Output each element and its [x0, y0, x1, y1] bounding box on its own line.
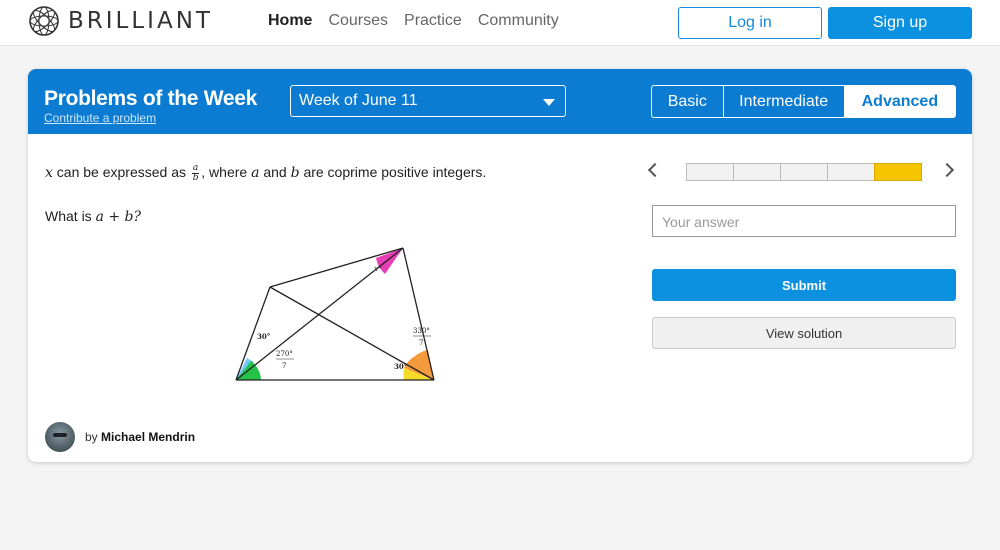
main-nav: Home Courses Practice Community — [268, 12, 575, 30]
geometry-diagram: x° 30° 270° 7 330° 7 30° — [235, 247, 435, 381]
contribute-link[interactable]: Contribute a problem — [44, 111, 156, 125]
nav-community[interactable]: Community — [478, 12, 559, 30]
tab-advanced[interactable]: Advanced — [844, 86, 955, 117]
level-tabs: Basic Intermediate Advanced — [651, 85, 956, 118]
frac-den: b — [192, 173, 199, 183]
question-expr: a + b? — [95, 209, 142, 225]
problem-text-1: can be expressed as — [56, 164, 186, 181]
fraction-a-over-b: ab — [191, 164, 200, 183]
problem-text-and: and — [263, 164, 287, 181]
progress-segment[interactable] — [733, 163, 780, 181]
label-270-den: 7 — [282, 362, 286, 370]
problem-progress — [686, 163, 922, 181]
brilliant-logo[interactable]: BRILLIANT — [28, 5, 213, 37]
var-b: b — [290, 165, 300, 182]
answer-input[interactable]: Your answer — [652, 205, 956, 237]
nav-home[interactable]: Home — [268, 12, 312, 30]
card-header: Problems of the Week Contribute a proble… — [28, 69, 972, 134]
label-x: x° — [374, 265, 381, 273]
chevron-down-icon — [543, 99, 555, 106]
author-name[interactable]: Michael Mendrin — [101, 430, 195, 444]
progress-segment-active[interactable] — [874, 163, 922, 181]
var-x: x — [45, 165, 53, 182]
problem-statement: x can be expressed as ab, where a and b … — [45, 164, 486, 183]
top-nav-bar: BRILLIANT Home Courses Practice Communit… — [0, 0, 1000, 46]
author-byline: by Michael Mendrin — [85, 430, 195, 444]
week-select[interactable]: Week of June 11 — [290, 85, 566, 117]
progress-segment[interactable] — [686, 163, 733, 181]
logo-text: BRILLIANT — [68, 8, 213, 34]
problem-text-3: are coprime positive integers. — [303, 164, 487, 181]
login-button[interactable]: Log in — [678, 7, 822, 39]
nav-courses[interactable]: Courses — [328, 12, 388, 30]
nav-practice[interactable]: Practice — [404, 12, 462, 30]
problem-question: What is a + b? — [45, 208, 141, 225]
label-330-num: 330° — [413, 327, 430, 335]
brilliant-logo-icon — [29, 6, 59, 36]
progress-segment[interactable] — [780, 163, 827, 181]
question-prefix: What is — [45, 208, 92, 224]
problem-text-2: , where — [201, 164, 248, 181]
label-330-den: 7 — [419, 339, 423, 347]
week-select-value: Week of June 11 — [299, 92, 418, 109]
label-270-num: 270° — [276, 350, 293, 358]
tab-intermediate[interactable]: Intermediate — [724, 86, 845, 117]
problem-card: Problems of the Week Contribute a proble… — [28, 69, 972, 462]
signup-button[interactable]: Sign up — [828, 7, 972, 39]
author-by: by — [85, 430, 98, 444]
card-title: Problems of the Week — [44, 87, 258, 110]
label-30-left: 30° — [257, 332, 270, 341]
view-solution-button[interactable]: View solution — [652, 317, 956, 349]
chevron-left-icon[interactable] — [647, 162, 663, 178]
tab-basic[interactable]: Basic — [652, 86, 724, 117]
progress-segment[interactable] — [827, 163, 874, 181]
var-a: a — [251, 165, 260, 182]
submit-button[interactable]: Submit — [652, 269, 956, 301]
label-30-bottom: 30° — [394, 362, 407, 371]
author: by Michael Mendrin — [45, 422, 195, 452]
avatar[interactable] — [45, 422, 75, 452]
chevron-right-icon[interactable] — [939, 162, 955, 178]
